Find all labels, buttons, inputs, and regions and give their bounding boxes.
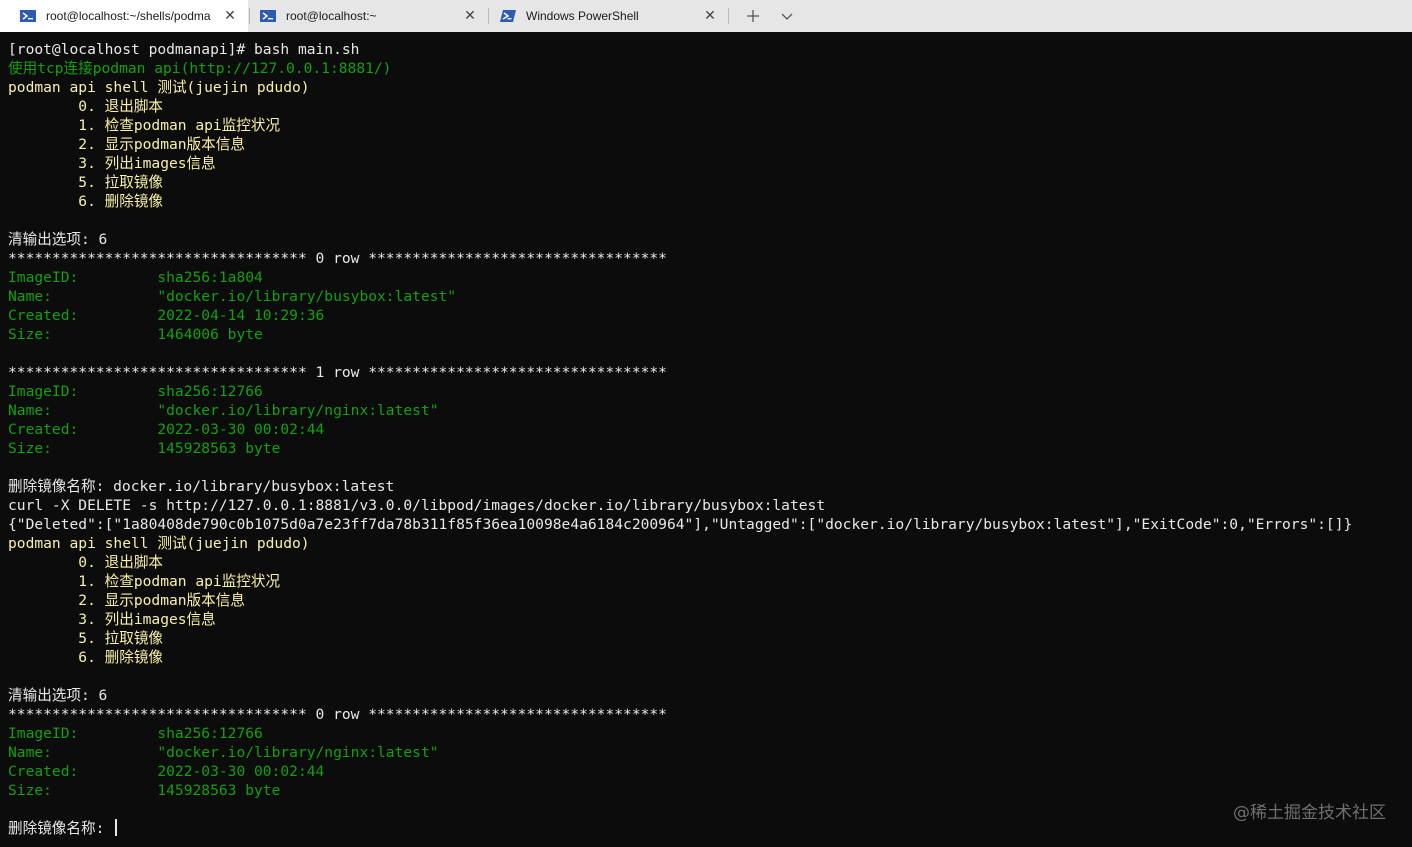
terminal-output[interactable]: [root@localhost podmanapi]# bash main.sh… (8, 40, 1412, 847)
terminal-line: 清输出选项: 6 (8, 687, 108, 704)
tab-separator (728, 8, 729, 24)
prompt-line[interactable]: 删除镜像名称: (8, 819, 1412, 838)
terminal-line: 0. 退出脚本 (8, 98, 164, 115)
tab-bar: root@localhost:~/shells/podma ✕ root@loc… (0, 0, 1412, 32)
terminal-line: Created: 2022-03-30 00:02:44 (8, 763, 325, 780)
plus-icon[interactable] (743, 6, 763, 26)
terminal-line: 0. 退出脚本 (8, 554, 164, 571)
terminal-line: 2. 显示podman版本信息 (8, 136, 245, 153)
terminal-line: Created: 2022-03-30 00:02:44 (8, 421, 325, 438)
terminal-line: Name: "docker.io/library/nginx:latest" (8, 744, 439, 761)
text-cursor (115, 819, 118, 836)
terminal-line: ********************************** 0 row… (8, 250, 667, 267)
tab-title: root@localhost:~/shells/podma (46, 9, 211, 23)
terminal-line: 1. 检查podman api监控状况 (8, 573, 281, 590)
close-icon[interactable]: ✕ (702, 7, 718, 23)
terminal-line: curl -X DELETE -s http://127.0.0.1:8881/… (8, 497, 826, 514)
prompt-text: 删除镜像名称: (8, 820, 114, 837)
terminal-line: 使用tcp连接podman api(http://127.0.0.1:8881/… (8, 60, 392, 77)
watermark: @稀土掘金技术社区 (1233, 803, 1386, 823)
tab-title: root@localhost:~ (286, 9, 377, 23)
chevron-down-icon[interactable] (777, 6, 797, 26)
terminal-line: ImageID: sha256:1a804 (8, 269, 263, 286)
terminal-line: 1. 检查podman api监控状况 (8, 117, 281, 134)
terminal-line: 3. 列出images信息 (8, 611, 216, 628)
terminal-line: 2. 显示podman版本信息 (8, 592, 245, 609)
tab-root-home[interactable]: root@localhost:~ ✕ (240, 0, 488, 32)
terminal-line: [root@localhost podmanapi]# bash main.sh (8, 41, 360, 58)
terminal-line: Size: 145928563 byte (8, 782, 281, 799)
terminal-line: podman api shell 测试(juejin pdudo) (8, 535, 310, 552)
terminal-line: 5. 拉取镜像 (8, 630, 164, 647)
terminal-line: Name: "docker.io/library/nginx:latest" (8, 402, 439, 419)
powershell-icon (500, 10, 516, 22)
terminal-line: ********************************** 0 row… (8, 706, 667, 723)
terminal-line: 3. 列出images信息 (8, 155, 216, 172)
tab-title: Windows PowerShell (526, 9, 639, 23)
close-icon[interactable]: ✕ (462, 7, 478, 23)
terminal-icon (20, 10, 36, 22)
terminal-line: ********************************** 1 row… (8, 364, 667, 381)
terminal-icon (260, 10, 276, 22)
terminal-line: 6. 删除镜像 (8, 649, 164, 666)
terminal-line: podman api shell 测试(juejin pdudo) (8, 79, 310, 96)
tab-root-shells[interactable]: root@localhost:~/shells/podma ✕ (0, 0, 248, 32)
close-icon[interactable]: ✕ (222, 7, 238, 23)
terminal-line: 删除镜像名称: docker.io/library/busybox:latest (8, 478, 395, 495)
terminal-line: Created: 2022-04-14 10:29:36 (8, 307, 325, 324)
terminal-line: 清输出选项: 6 (8, 231, 108, 248)
terminal-line: Size: 1464006 byte (8, 326, 263, 343)
terminal-line: 5. 拉取镜像 (8, 174, 164, 191)
terminal-line: 6. 删除镜像 (8, 193, 164, 210)
terminal-line: ImageID: sha256:12766 (8, 383, 263, 400)
terminal-line: ImageID: sha256:12766 (8, 725, 263, 742)
terminal-line: Size: 145928563 byte (8, 440, 281, 457)
terminal-line: {"Deleted":["1a80408de790c0b1075d0a7e23f… (8, 516, 1353, 533)
terminal-line: Name: "docker.io/library/busybox:latest" (8, 288, 457, 305)
tab-powershell[interactable]: Windows PowerShell ✕ (480, 0, 728, 32)
